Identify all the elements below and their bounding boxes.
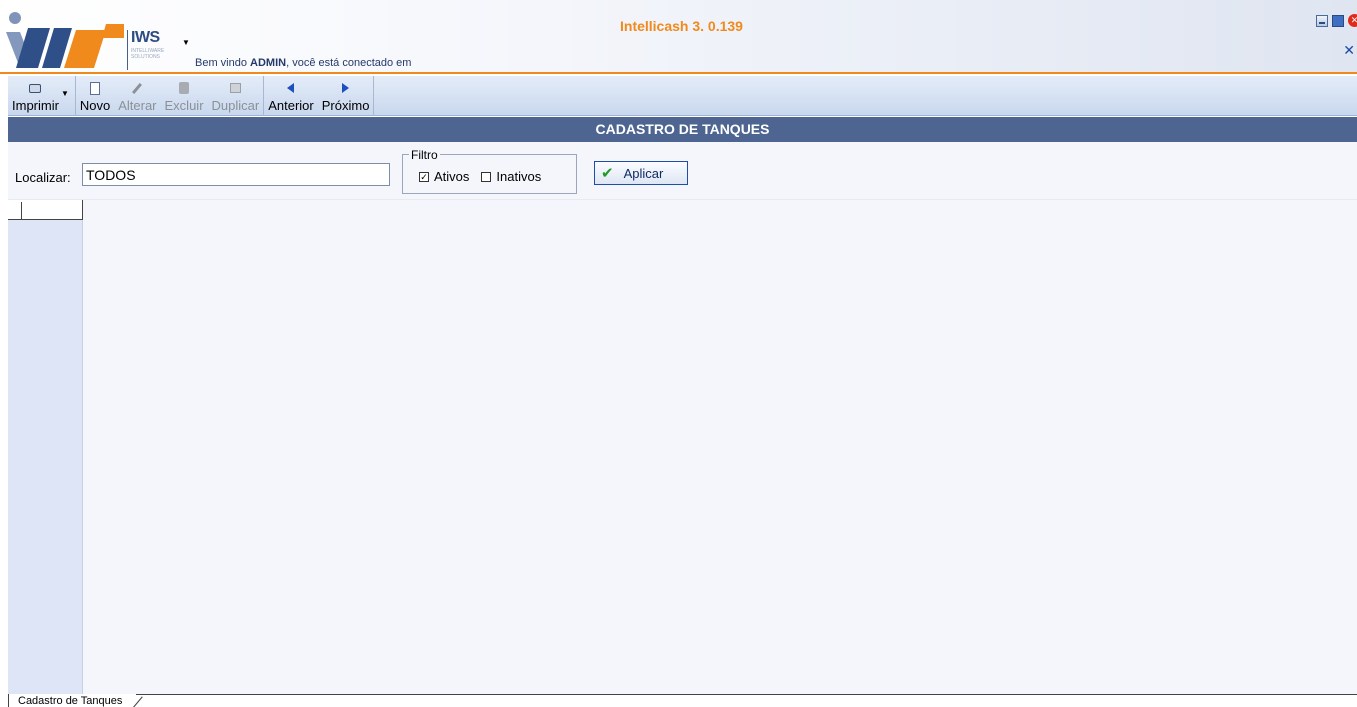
logo-text: IWS bbox=[131, 29, 160, 46]
arrow-right-icon bbox=[339, 81, 353, 95]
welcome-prefix: Bem vindo bbox=[195, 57, 251, 69]
grid-row-indicator-column bbox=[8, 200, 83, 694]
edit-label: Alterar bbox=[118, 98, 157, 113]
data-grid[interactable] bbox=[84, 200, 1357, 694]
edit-button[interactable]: Alterar bbox=[114, 76, 160, 116]
logo-brand: IWS INTELLIWARE SOLUTIONS bbox=[127, 30, 171, 70]
active-label[interactable]: Ativos bbox=[434, 169, 469, 184]
checkmark-icon: ✔ bbox=[601, 165, 614, 182]
close-app-icon[interactable]: ✕ bbox=[1348, 14, 1357, 27]
close-form-icon[interactable]: ✕ bbox=[1343, 42, 1355, 59]
logo-dot bbox=[9, 12, 21, 24]
inactive-checkbox[interactable] bbox=[481, 171, 492, 182]
logo-menu-arrow-icon[interactable]: ▼ bbox=[182, 38, 190, 47]
print-button[interactable]: Imprimir bbox=[8, 76, 63, 116]
search-label: Localizar: bbox=[15, 170, 71, 185]
toolbar: Imprimir ▼ Novo Alterar Excluir Duplicar… bbox=[8, 76, 1357, 116]
previous-button[interactable]: Anterior bbox=[264, 76, 318, 116]
delete-button[interactable]: Excluir bbox=[161, 76, 208, 116]
form-tab-bar: Cadastro de Tanques bbox=[8, 694, 1357, 707]
maximize-icon[interactable] bbox=[1332, 14, 1344, 27]
duplicate-label: Duplicar bbox=[211, 98, 260, 113]
search-input[interactable] bbox=[82, 163, 390, 186]
arrow-left-icon bbox=[284, 81, 298, 95]
duplicate-icon bbox=[228, 81, 242, 95]
toolbar-group-record: Novo Alterar Excluir Duplicar bbox=[76, 76, 265, 116]
logo-icon bbox=[6, 24, 124, 68]
pencil-icon bbox=[130, 81, 144, 95]
app-header: IWS INTELLIWARE SOLUTIONS ▼ Bem vindo AD… bbox=[0, 0, 1357, 74]
new-label: Novo bbox=[79, 98, 111, 113]
welcome-user: ADMIN bbox=[250, 57, 287, 69]
window-controls: ✕ bbox=[1316, 14, 1357, 27]
page-title: CADASTRO DE TANQUES bbox=[8, 117, 1357, 142]
delete-label: Excluir bbox=[164, 98, 204, 113]
duplicate-button[interactable]: Duplicar bbox=[208, 76, 264, 116]
print-dropdown-arrow-icon[interactable]: ▼ bbox=[61, 89, 75, 98]
logo-subtext: INTELLIWARE SOLUTIONS bbox=[131, 48, 165, 60]
tab-cadastro-de-tanques[interactable]: Cadastro de Tanques bbox=[8, 694, 137, 707]
previous-label: Anterior bbox=[268, 98, 314, 113]
trash-icon bbox=[177, 81, 191, 95]
printer-icon bbox=[28, 81, 42, 95]
filter-group: Filtro ✓ Ativos Inativos bbox=[402, 148, 577, 194]
inactive-label[interactable]: Inativos bbox=[496, 169, 541, 184]
apply-label: Aplicar bbox=[623, 165, 664, 181]
welcome-message: Bem vindo ADMIN, você está conectado em bbox=[195, 57, 411, 69]
active-checkbox[interactable]: ✓ bbox=[419, 171, 429, 182]
new-document-icon bbox=[88, 81, 102, 95]
app-title: Intellicash 3. 0.139 bbox=[620, 18, 743, 34]
new-button[interactable]: Novo bbox=[76, 76, 114, 116]
next-label: Próximo bbox=[321, 98, 370, 113]
minimize-icon[interactable] bbox=[1316, 14, 1328, 27]
welcome-suffix: , você está conectado em bbox=[286, 57, 412, 69]
main-content: Localizar: Filtro ✓ Ativos Inativos ✔ Ap… bbox=[8, 142, 1357, 694]
grid-header-cell[interactable] bbox=[8, 200, 83, 220]
filter-options: ✓ Ativos Inativos bbox=[419, 169, 541, 184]
print-label: Imprimir bbox=[12, 98, 59, 113]
next-button[interactable]: Próximo bbox=[318, 76, 374, 116]
filter-bar: Localizar: Filtro ✓ Ativos Inativos ✔ Ap… bbox=[8, 142, 1357, 200]
toolbar-group-print: Imprimir ▼ bbox=[8, 76, 76, 116]
filter-group-label: Filtro bbox=[409, 148, 440, 162]
toolbar-group-navigation: Anterior Próximo bbox=[264, 76, 375, 116]
apply-button[interactable]: ✔ Aplicar bbox=[594, 161, 688, 185]
